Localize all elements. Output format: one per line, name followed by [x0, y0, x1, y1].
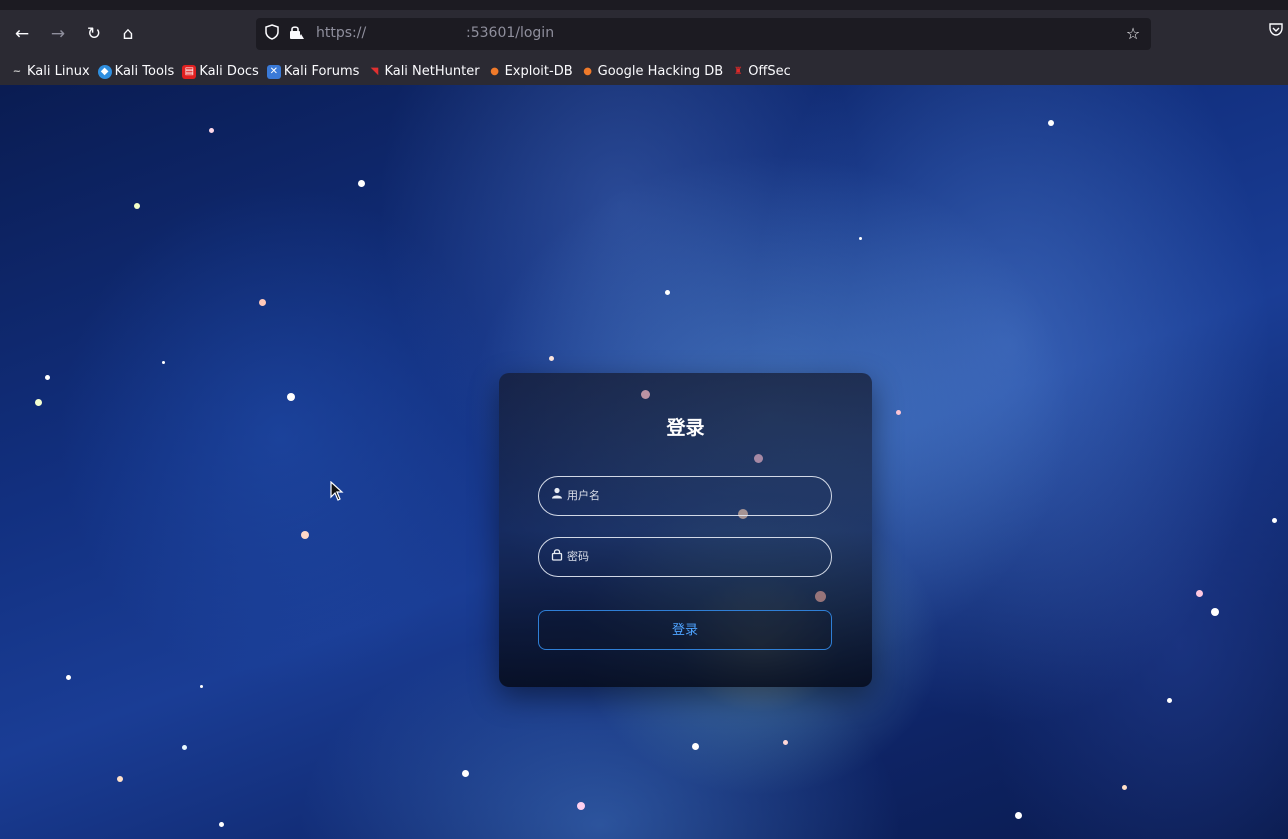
star: [1272, 518, 1277, 523]
url-path: :53601/login: [466, 25, 555, 41]
star: [462, 770, 469, 777]
reload-button[interactable]: ↻: [82, 22, 106, 46]
mouse-cursor-icon: [330, 481, 344, 501]
back-button[interactable]: ←: [10, 22, 34, 46]
offsec-icon: ♜: [733, 65, 743, 77]
lock-icon: [549, 548, 565, 564]
address-bar[interactable]: https:// :53601/login ☆: [256, 18, 1151, 50]
ghdb-icon: ●: [583, 65, 592, 77]
star: [259, 299, 266, 306]
bookmark-kali-docs[interactable]: ▤ Kali Docs: [182, 64, 259, 79]
reload-icon: ↻: [86, 24, 102, 44]
kali-tools-icon: ◆: [97, 64, 112, 79]
star: [200, 685, 203, 688]
star: [287, 393, 295, 401]
lock-warning-icon[interactable]: [286, 24, 306, 44]
star: [1167, 698, 1172, 703]
nethunter-icon: ◥: [370, 65, 379, 77]
username-input[interactable]: [567, 477, 823, 514]
shield-icon[interactable]: [262, 24, 282, 44]
star: [549, 356, 554, 361]
bookmark-exploit-db[interactable]: ● Exploit-DB: [488, 64, 572, 79]
star: [301, 531, 309, 539]
password-input[interactable]: [567, 538, 823, 575]
kali-forums-icon: ✕: [266, 64, 281, 79]
login-button[interactable]: 登录: [538, 610, 832, 650]
login-card: 登录 登录: [499, 373, 872, 687]
star: [577, 802, 585, 810]
browser-chrome: ← → ↻ ⌂ https:// :53601/login ☆ ~ Kali Li…: [0, 0, 1288, 85]
bookmark-ghdb[interactable]: ● Google Hacking DB: [581, 64, 723, 79]
forward-arrow-icon: →: [50, 24, 66, 44]
forward-button[interactable]: →: [46, 22, 70, 46]
star: [1015, 812, 1022, 819]
star: [45, 375, 50, 380]
kali-docs-icon: ▤: [182, 64, 197, 79]
star: [66, 675, 71, 680]
home-icon: ⌂: [122, 24, 134, 44]
star: [859, 237, 862, 240]
star: [815, 591, 826, 602]
bookmark-star-icon[interactable]: ☆: [1123, 24, 1143, 44]
star: [754, 454, 763, 463]
star: [35, 399, 42, 406]
bookmarks-toolbar: ~ Kali Linux ◆ Kali Tools ▤ Kali Docs ✕ Kali…: [0, 58, 1288, 85]
login-title: 登录: [666, 417, 705, 439]
user-icon: [549, 487, 565, 503]
star: [162, 361, 165, 364]
bookmark-kali-tools[interactable]: ◆ Kali Tools: [97, 64, 174, 79]
star: [1122, 785, 1127, 790]
exploit-db-icon: ●: [490, 65, 499, 77]
star: [641, 390, 650, 399]
star: [219, 822, 224, 827]
star: [1211, 608, 1219, 616]
star: [1196, 590, 1203, 597]
star: [665, 290, 670, 295]
home-button[interactable]: ⌂: [116, 22, 140, 46]
url-protocol: https://: [316, 25, 367, 41]
page-background: 登录 登录: [0, 85, 1288, 839]
star: [783, 740, 788, 745]
star: [896, 410, 901, 415]
bookmark-kali-linux[interactable]: ~ Kali Linux: [10, 64, 90, 79]
tab-strip: [0, 0, 1288, 10]
navigation-toolbar: ← → ↻ ⌂ https:// :53601/login ☆: [0, 10, 1288, 58]
bookmark-kali-nethunter[interactable]: ◥ Kali NetHunter: [367, 64, 480, 79]
star: [182, 745, 187, 750]
star: [1048, 120, 1054, 126]
pocket-icon[interactable]: [1266, 22, 1286, 42]
password-field[interactable]: [538, 537, 832, 577]
star: [692, 743, 699, 750]
bookmark-offsec[interactable]: ♜ OffSec: [731, 64, 791, 79]
star: [209, 128, 214, 133]
star: [134, 203, 140, 209]
bookmark-kali-forums[interactable]: ✕ Kali Forums: [266, 64, 359, 79]
username-field[interactable]: [538, 476, 832, 516]
star: [117, 776, 123, 782]
back-arrow-icon: ←: [14, 24, 30, 44]
kali-dragon-icon: ~: [12, 65, 22, 77]
star: [358, 180, 365, 187]
